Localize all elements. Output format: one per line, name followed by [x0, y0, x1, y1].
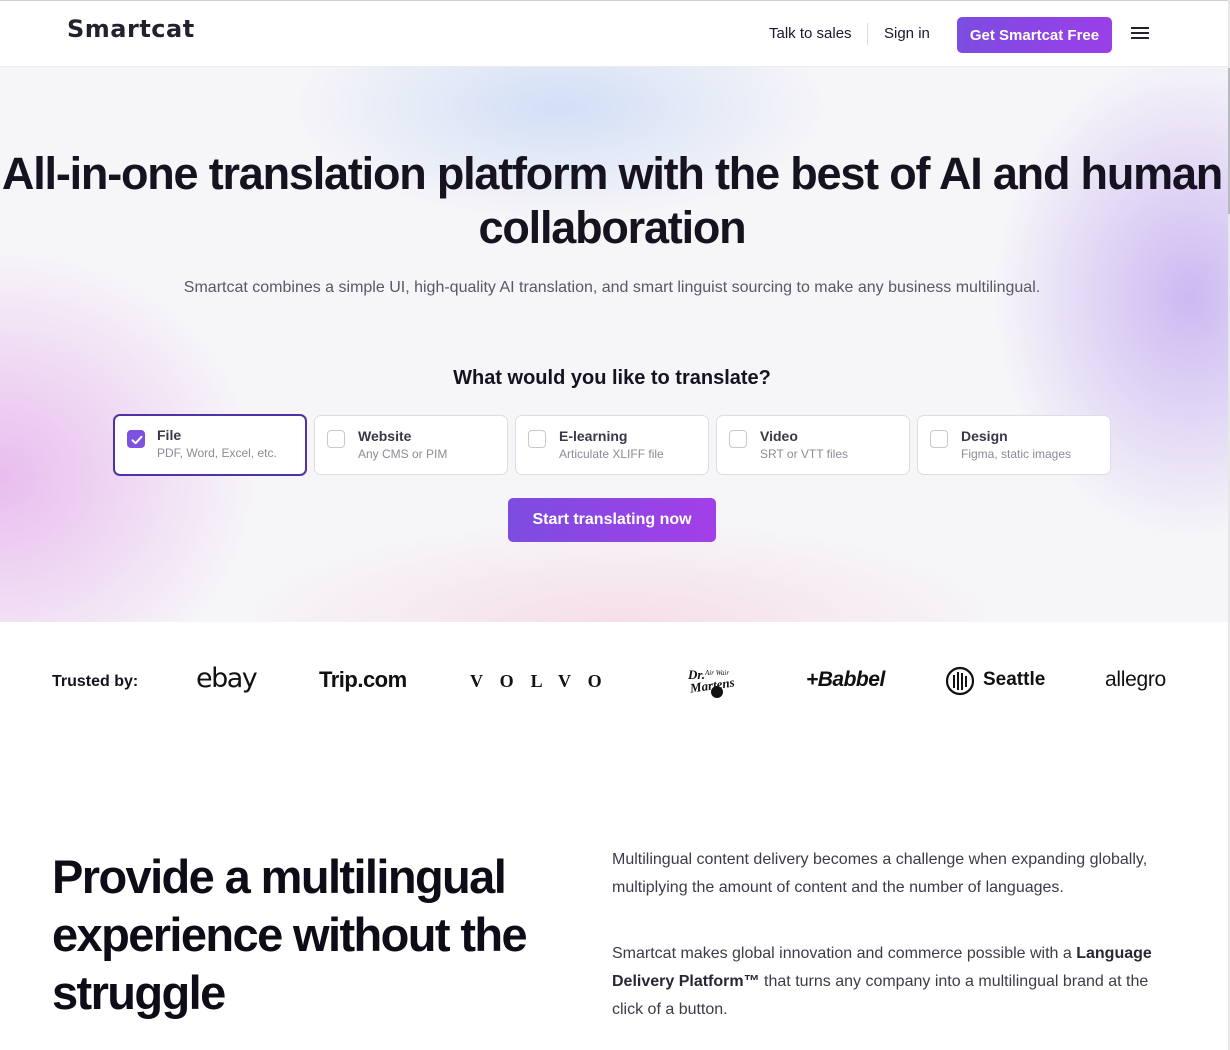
- nav-divider: [867, 23, 868, 45]
- seattle-logo: Seattle: [983, 669, 1046, 690]
- option-description: PDF, Word, Excel, etc.: [157, 446, 277, 460]
- hero-title: All-in-one translation platform with the…: [1, 148, 1223, 253]
- paragraph-text: Smartcat makes global innovation and com…: [612, 945, 1077, 962]
- trip-com-logo: Trip.com: [319, 667, 407, 692]
- checkbox-icon[interactable]: [729, 430, 747, 448]
- checkbox-icon[interactable]: [327, 430, 345, 448]
- option-title: Design: [961, 428, 1008, 444]
- option-design[interactable]: Design Figma, static images: [917, 415, 1111, 475]
- volvo-logo: VOLVO: [470, 671, 619, 691]
- checkbox-icon[interactable]: [930, 430, 948, 448]
- option-title: Website: [358, 428, 412, 444]
- get-smartcat-free-button[interactable]: Get Smartcat Free: [957, 17, 1112, 53]
- provide-paragraph-1: Multilingual content delivery becomes a …: [612, 851, 1148, 896]
- provide-section-title: Provide a multilingual experience withou…: [52, 850, 528, 1019]
- option-title: Video: [760, 428, 798, 444]
- seattle-seal-icon: [945, 666, 975, 696]
- allegro-logo: allegro: [1105, 668, 1166, 691]
- option-description: Figma, static images: [961, 447, 1072, 461]
- option-e-learning[interactable]: E-learning Articulate XLIFF file: [515, 415, 709, 475]
- checkbox-icon[interactable]: [528, 430, 546, 448]
- babbel-logo: +Babbel: [806, 668, 885, 691]
- option-title: E-learning: [559, 428, 628, 444]
- option-description: Articulate XLIFF file: [559, 447, 664, 461]
- hamburger-menu-icon[interactable]: [1131, 25, 1153, 43]
- site-header: Smartcat Talk to sales Sign in Get Smart…: [0, 0, 1228, 67]
- option-description: Any CMS or PIM: [358, 447, 448, 461]
- trusted-by-label: Trusted by:: [52, 673, 139, 690]
- start-translating-button[interactable]: Start translating now: [508, 498, 716, 542]
- ebay-logo: ebay: [196, 663, 258, 694]
- provide-paragraph-2: Smartcat makes global innovation and com…: [612, 940, 1152, 1024]
- hero-section: All-in-one translation platform with the…: [0, 67, 1228, 622]
- option-video[interactable]: Video SRT or VTT files: [716, 415, 910, 475]
- smartcat-logo[interactable]: Smartcat: [67, 15, 195, 43]
- sign-in-link[interactable]: Sign in: [884, 25, 930, 42]
- option-title: File: [157, 427, 182, 443]
- option-file[interactable]: File PDF, Word, Excel, etc.: [113, 414, 307, 476]
- option-website[interactable]: Website Any CMS or PIM: [314, 415, 508, 475]
- translate-question: What would you like to translate?: [453, 367, 771, 389]
- option-description: SRT or VTT files: [760, 447, 849, 461]
- translate-type-options: File PDF, Word, Excel, etc. Website Any …: [113, 414, 1112, 477]
- checkbox-checked-icon[interactable]: [127, 430, 145, 448]
- hero-subtitle: Smartcat combines a simple UI, high-qual…: [183, 279, 1041, 296]
- dr-martens-logo: Dr. Air Wair Martens: [686, 664, 748, 700]
- talk-to-sales-link[interactable]: Talk to sales: [769, 25, 852, 42]
